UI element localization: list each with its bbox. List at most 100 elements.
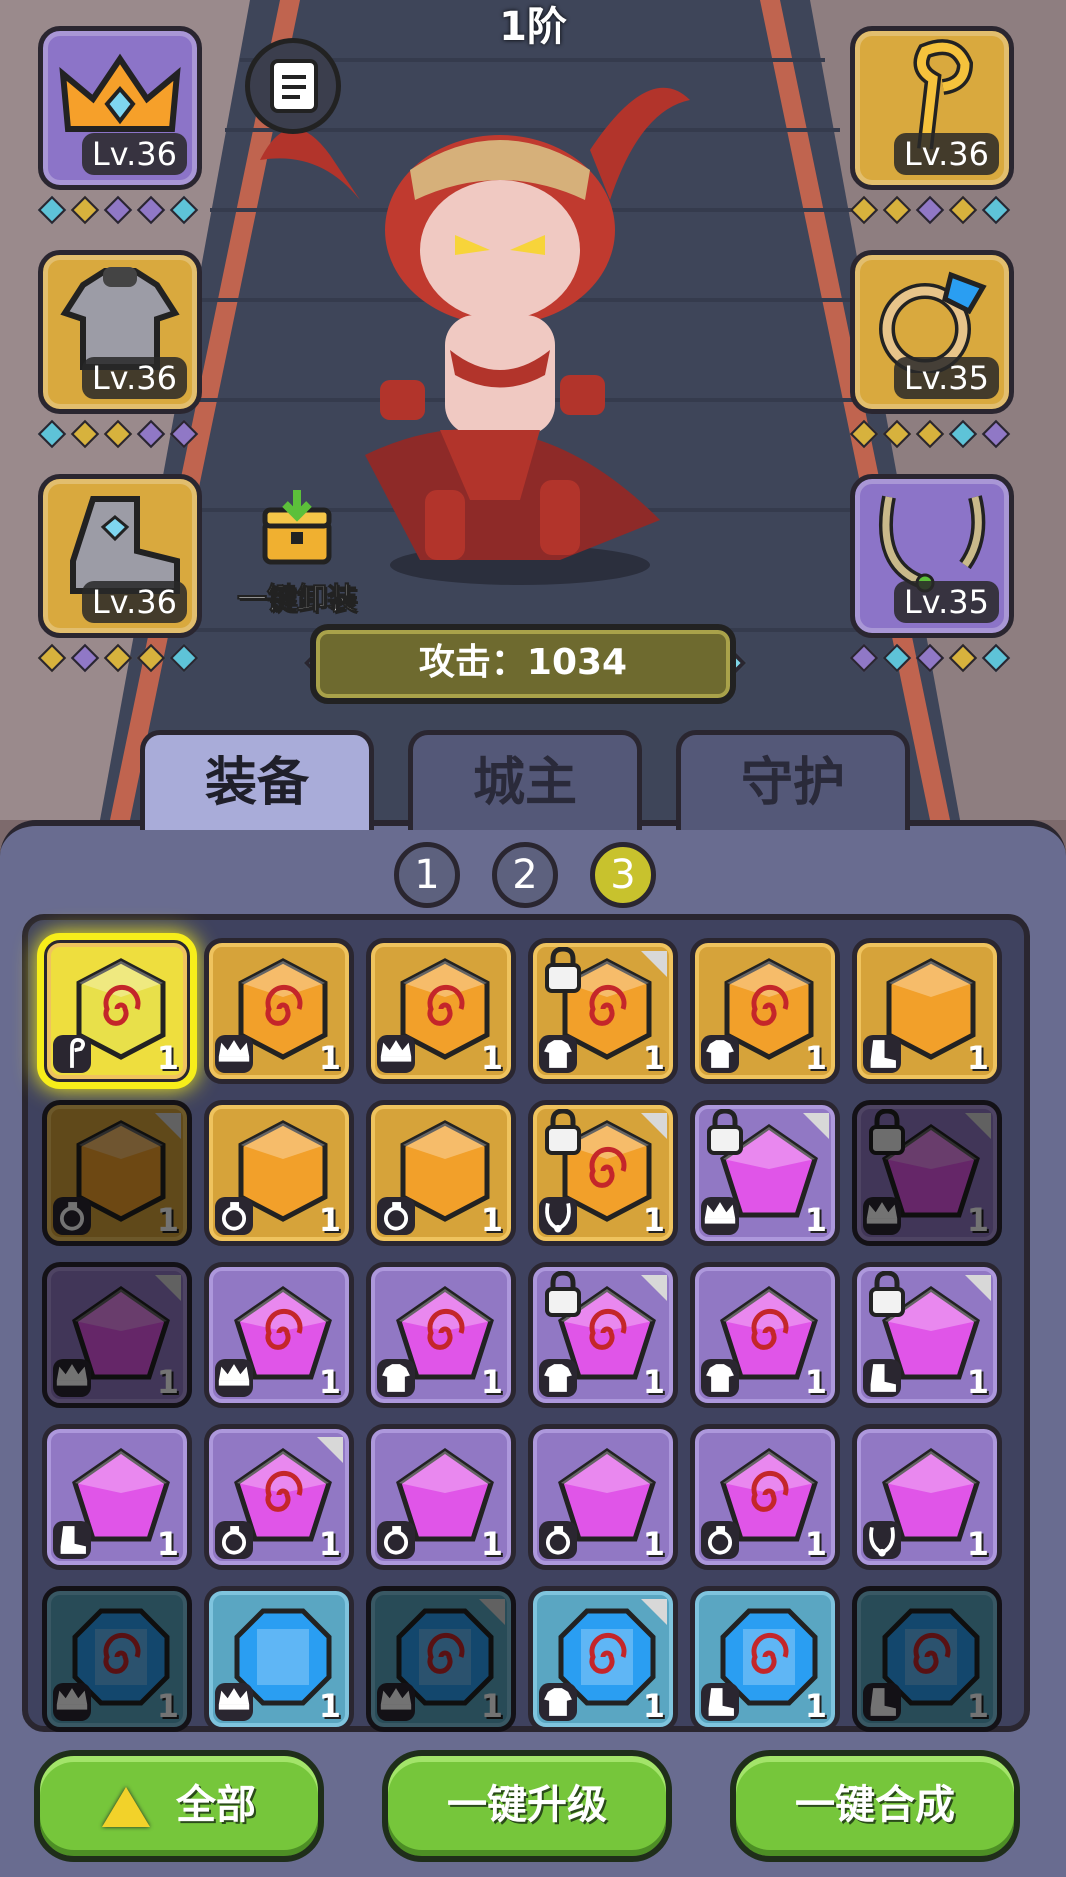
armor-icon bbox=[544, 1040, 572, 1068]
equip-slot-crown[interactable]: Lv.36 bbox=[38, 26, 202, 190]
equip-slot-boots[interactable]: Lv.36 bbox=[38, 474, 202, 638]
unequip-label: 一键卸装 bbox=[237, 582, 358, 618]
inventory-item[interactable]: 1 bbox=[690, 938, 840, 1084]
new-corner-icon bbox=[155, 1275, 181, 1301]
stage-label: 1阶 bbox=[499, 4, 567, 50]
inventory-item[interactable]: 1 bbox=[690, 1100, 840, 1246]
inventory-item[interactable]: 1 bbox=[852, 1586, 1002, 1732]
gem-socket-icon bbox=[169, 419, 199, 449]
item-count: 1 bbox=[318, 1201, 341, 1239]
item-count: 1 bbox=[156, 1039, 179, 1077]
inventory-item[interactable]: 1 bbox=[528, 1262, 678, 1408]
item-count: 1 bbox=[804, 1525, 827, 1563]
upgrade-all-button[interactable]: 一键升级 bbox=[382, 1750, 672, 1862]
inventory-item[interactable]: 1 bbox=[204, 1262, 354, 1408]
page-2-button[interactable]: 2 bbox=[492, 842, 558, 908]
inventory-item[interactable]: 1 bbox=[366, 1262, 516, 1408]
equip-slot-staff[interactable]: Lv.36 bbox=[850, 26, 1014, 190]
inventory-item[interactable]: 1 bbox=[37, 933, 197, 1089]
inventory-item[interactable]: 1 bbox=[366, 938, 516, 1084]
new-corner-icon bbox=[965, 1113, 991, 1139]
inventory-item[interactable]: 1 bbox=[690, 1262, 840, 1408]
crown-icon bbox=[218, 1040, 250, 1062]
inventory-item[interactable]: 1 bbox=[42, 1100, 192, 1246]
ring-icon bbox=[383, 1526, 409, 1555]
lock-icon bbox=[545, 1109, 581, 1155]
unequip-all-button[interactable]: 一键卸装 bbox=[222, 488, 372, 618]
crown-icon bbox=[380, 1688, 412, 1710]
inventory-item[interactable]: 1 bbox=[366, 1100, 516, 1246]
item-count: 1 bbox=[966, 1687, 989, 1725]
inventory-item[interactable]: 1 bbox=[852, 1100, 1002, 1246]
gem-socket-icon bbox=[70, 643, 100, 673]
gem-socket-icon bbox=[849, 643, 879, 673]
inventory-item[interactable]: 1 bbox=[528, 1424, 678, 1570]
armor-icon bbox=[544, 1688, 572, 1716]
inventory-item[interactable]: 1 bbox=[204, 1424, 354, 1570]
gem-socket-icon bbox=[70, 195, 100, 225]
item-type-badge bbox=[701, 1521, 739, 1559]
gem-socket-icon bbox=[37, 419, 67, 449]
inventory-item[interactable]: 1 bbox=[204, 1100, 354, 1246]
new-corner-icon bbox=[641, 1275, 667, 1301]
item-type-badge bbox=[701, 1197, 739, 1235]
tab-lord[interactable]: 城主 bbox=[408, 730, 642, 830]
inventory-item[interactable]: 1 bbox=[690, 1586, 840, 1732]
item-count: 1 bbox=[156, 1363, 179, 1401]
item-count: 1 bbox=[804, 1363, 827, 1401]
gem-socket-icon bbox=[849, 195, 879, 225]
slot-level: Lv.36 bbox=[81, 133, 187, 175]
boots-icon bbox=[60, 1526, 86, 1554]
equip-slot-armor[interactable]: Lv.36 bbox=[38, 250, 202, 414]
gem-socket-icon bbox=[70, 419, 100, 449]
gem-socket-icon bbox=[136, 643, 166, 673]
equip-slot-necklace[interactable]: Lv.35 bbox=[850, 474, 1014, 638]
boots-icon bbox=[870, 1364, 896, 1392]
gem-socket-icon bbox=[948, 195, 978, 225]
tab-guard[interactable]: 守护 bbox=[676, 730, 910, 830]
new-corner-icon bbox=[641, 1599, 667, 1625]
inventory-item[interactable]: 1 bbox=[528, 1100, 678, 1246]
gem-socket-icon bbox=[981, 419, 1011, 449]
item-count: 1 bbox=[804, 1687, 827, 1725]
inventory-item[interactable]: 1 bbox=[366, 1586, 516, 1732]
inventory-item[interactable]: 1 bbox=[852, 1262, 1002, 1408]
inventory-item[interactable]: 1 bbox=[42, 1424, 192, 1570]
inventory-item[interactable]: 1 bbox=[528, 1586, 678, 1732]
inventory-item[interactable]: 1 bbox=[204, 1586, 354, 1732]
item-type-badge bbox=[377, 1683, 415, 1721]
inventory-item[interactable]: 1 bbox=[204, 938, 354, 1084]
item-count: 1 bbox=[642, 1201, 665, 1239]
inventory-item[interactable]: 1 bbox=[852, 1424, 1002, 1570]
item-type-badge bbox=[377, 1359, 415, 1397]
gem-socket-icon bbox=[948, 419, 978, 449]
page-3-button[interactable]: 3 bbox=[590, 842, 656, 908]
filter-all-label: 全部 bbox=[176, 1782, 256, 1828]
new-corner-icon bbox=[803, 1113, 829, 1139]
lock-icon bbox=[707, 1109, 743, 1155]
inventory-item[interactable]: 1 bbox=[42, 1262, 192, 1408]
equip-slot-ring[interactable]: Lv.35 bbox=[850, 250, 1014, 414]
ring-icon bbox=[545, 1526, 571, 1555]
tab-equipment[interactable]: 装备 bbox=[140, 730, 374, 830]
crown-icon bbox=[218, 1688, 250, 1710]
inventory-item[interactable]: 1 bbox=[852, 938, 1002, 1084]
filter-all-button[interactable]: 全部 bbox=[34, 1750, 324, 1862]
boots-icon bbox=[870, 1040, 896, 1068]
chest-icon bbox=[262, 490, 332, 565]
inventory-item[interactable]: 1 bbox=[366, 1424, 516, 1570]
scroll-button[interactable] bbox=[245, 38, 341, 134]
item-count: 1 bbox=[318, 1687, 341, 1725]
gem-socket-icon bbox=[948, 643, 978, 673]
inventory-item[interactable]: 1 bbox=[528, 938, 678, 1084]
page-1-button[interactable]: 1 bbox=[394, 842, 460, 908]
gem-socket-icon bbox=[849, 419, 879, 449]
synthesize-all-button[interactable]: 一键合成 bbox=[730, 1750, 1020, 1862]
item-type-badge bbox=[53, 1359, 91, 1397]
item-count: 1 bbox=[642, 1525, 665, 1563]
armor-icon bbox=[382, 1364, 410, 1392]
inventory-item[interactable]: 1 bbox=[42, 1586, 192, 1732]
inventory-item[interactable]: 1 bbox=[690, 1424, 840, 1570]
lock-icon bbox=[545, 1271, 581, 1317]
slot-gem-sockets bbox=[849, 195, 1011, 225]
